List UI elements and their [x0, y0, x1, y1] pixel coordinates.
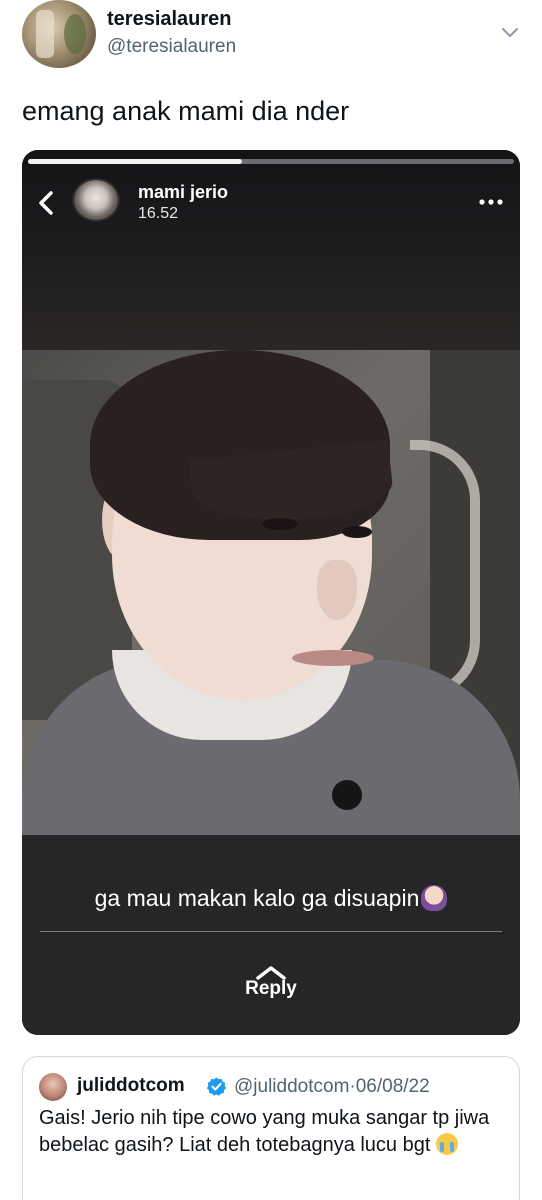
story-account-avatar[interactable]: [72, 178, 120, 222]
quoted-author-handle-date: @juliddotcom·06/08/22: [234, 1076, 430, 1098]
quoted-author-avatar[interactable]: [39, 1073, 67, 1101]
quoted-tweet[interactable]: juliddotcom @juliddotcom·06/08/22 Gais! …: [22, 1056, 520, 1200]
story-caption: ga mau makan kalo ga disuapin: [22, 885, 520, 912]
tweet-header: teresialauren @teresialauren: [0, 0, 542, 80]
quoted-tweet-text: Gais! Jerio nih tipe cowo yang muka sang…: [39, 1105, 509, 1159]
tweet-media-image[interactable]: mami jerio 16.52 ga mau makan kalo ga di…: [22, 150, 520, 1035]
story-progress-bar: [28, 159, 514, 164]
author-avatar[interactable]: [22, 0, 96, 68]
story-reply-button[interactable]: Reply: [22, 978, 520, 1000]
story-divider: [40, 931, 502, 932]
quoted-author-display-name[interactable]: juliddotcom: [77, 1075, 185, 1097]
author-handle[interactable]: @teresialauren: [107, 36, 236, 58]
story-timestamp: 16.52: [138, 205, 179, 222]
quoted-author-handle[interactable]: @juliddotcom: [234, 1076, 349, 1097]
person-facepalming-emoji-icon: [421, 885, 448, 911]
photo-eye-right: [342, 526, 372, 538]
verified-badge-icon: [206, 1077, 227, 1096]
loudly-crying-face-emoji-icon: [435, 1133, 458, 1155]
story-progress-fill: [28, 159, 242, 164]
story-footer: ga mau makan kalo ga disuapin Reply: [22, 835, 520, 1035]
photo-nose: [317, 560, 357, 620]
tweet-text: emang anak mami dia nder: [22, 96, 350, 126]
story-account-name[interactable]: mami jerio: [138, 182, 228, 203]
author-display-name[interactable]: teresialauren: [107, 8, 232, 31]
back-arrow-icon[interactable]: [34, 188, 58, 218]
photo-clip-mic: [332, 780, 362, 810]
quoted-tweet-date[interactable]: 06/08/22: [356, 1076, 430, 1097]
story-photo: [22, 350, 520, 835]
story-caption-text: ga mau makan kalo ga disuapin: [94, 885, 420, 911]
photo-eye-left: [262, 518, 298, 530]
story-header: mami jerio 16.52: [22, 150, 520, 350]
photo-mouth: [292, 650, 374, 666]
photo-chair: [410, 440, 480, 700]
chevron-down-icon[interactable]: [500, 22, 520, 42]
more-options-icon[interactable]: [476, 190, 506, 214]
quoted-tweet-body: Gais! Jerio nih tipe cowo yang muka sang…: [39, 1107, 490, 1156]
